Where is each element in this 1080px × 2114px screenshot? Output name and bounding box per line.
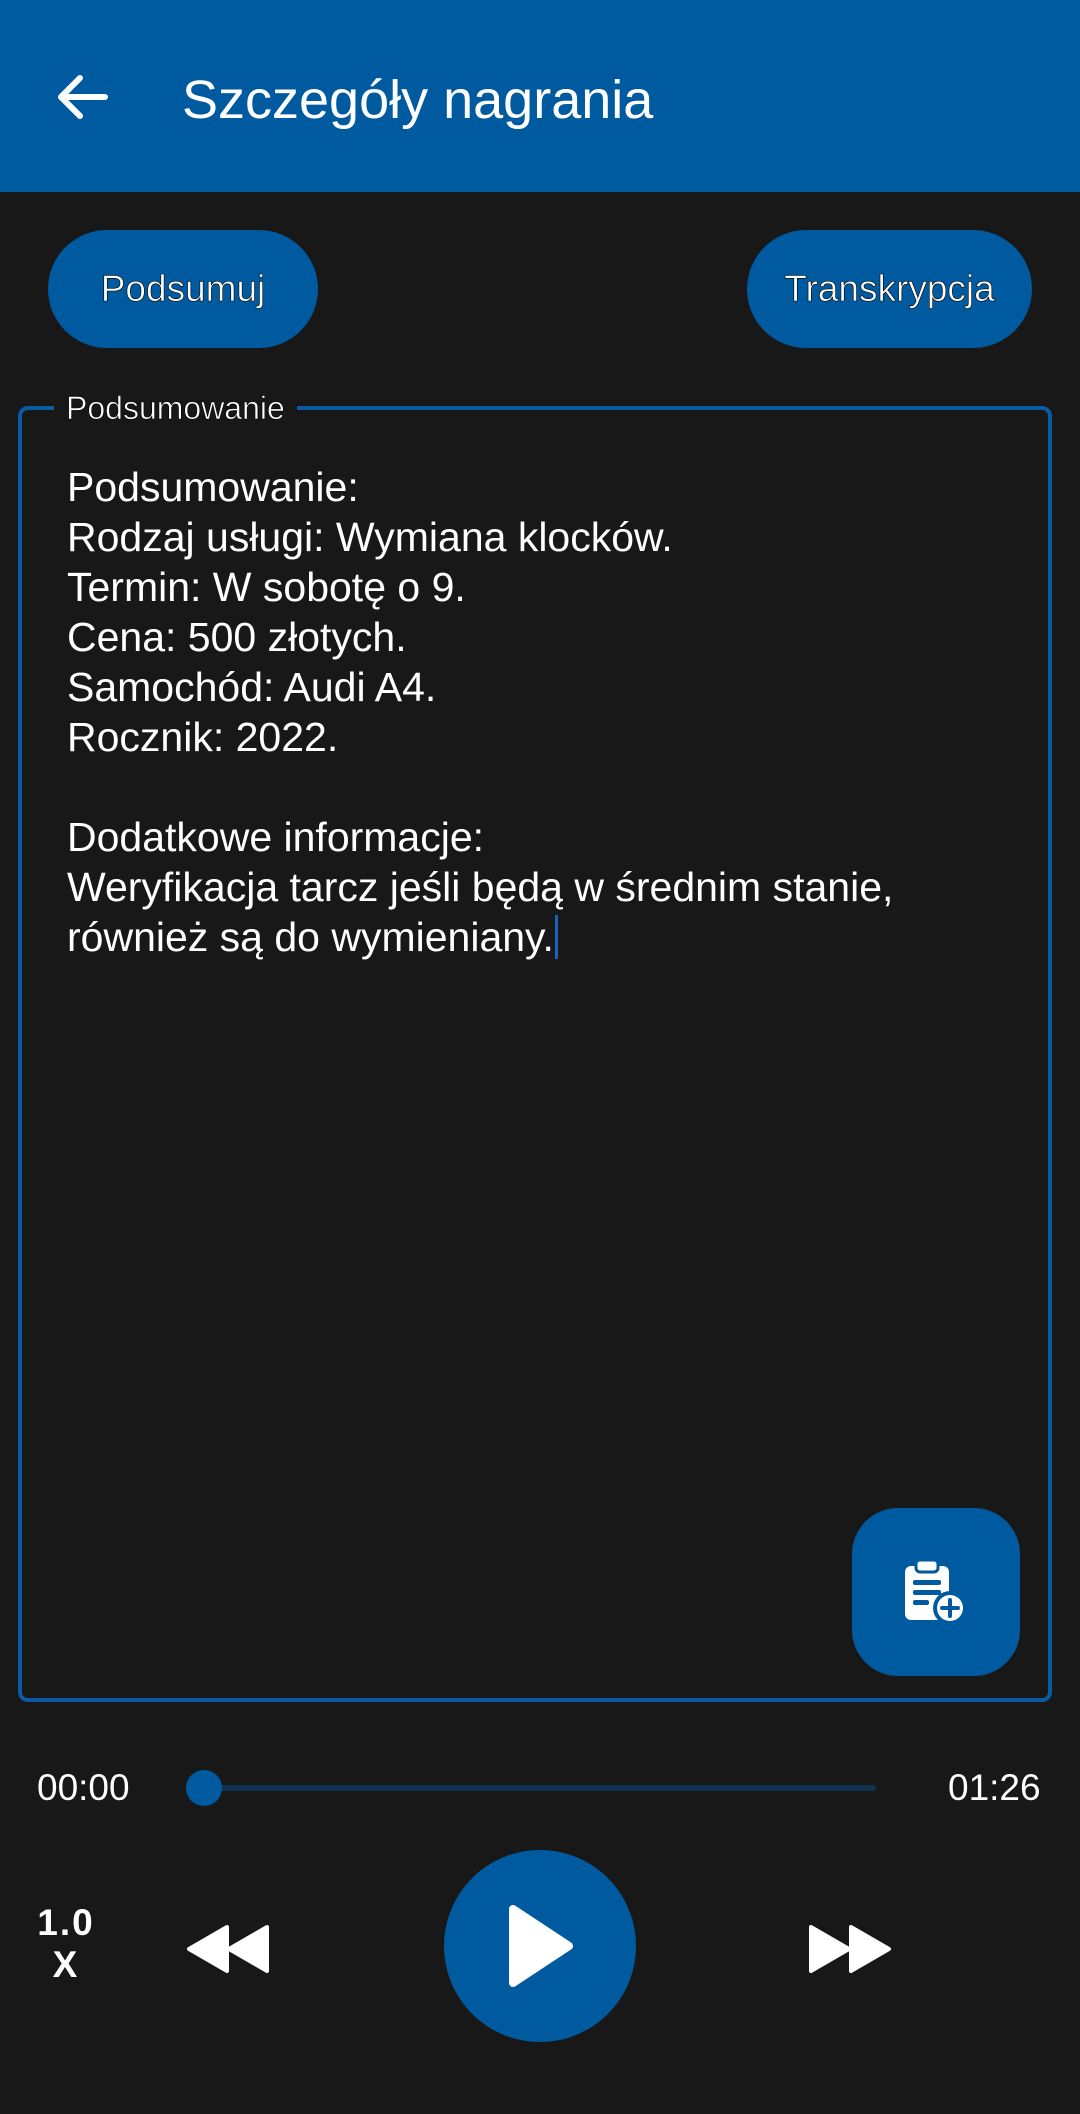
paste-summary-button[interactable] bbox=[852, 1508, 1020, 1676]
summary-text-content[interactable]: Podsumowanie: Rodzaj usługi: Wymiana klo… bbox=[67, 462, 1007, 962]
summary-text-value: Podsumowanie: Rodzaj usługi: Wymiana klo… bbox=[67, 464, 894, 960]
transcription-button[interactable]: Transkrypcja bbox=[747, 230, 1032, 348]
back-button[interactable] bbox=[52, 72, 112, 122]
playback-speed-button[interactable]: 1.0 X bbox=[30, 1902, 102, 1986]
slider-track bbox=[204, 1785, 876, 1791]
fast-forward-button[interactable] bbox=[800, 1914, 900, 1984]
playback-slider[interactable] bbox=[186, 1768, 876, 1808]
transcription-button-label: Transkrypcja bbox=[784, 268, 995, 310]
rewind-button[interactable] bbox=[178, 1914, 278, 1984]
total-time: 01:26 bbox=[948, 1767, 1041, 1808]
current-time: 00:00 bbox=[37, 1767, 130, 1808]
app-bar: Szczegóły nagrania bbox=[0, 0, 1080, 192]
clipboard-add-icon bbox=[905, 1558, 967, 1625]
text-cursor bbox=[554, 915, 558, 959]
summarize-button[interactable]: Podsumuj bbox=[48, 230, 318, 348]
summarize-button-label: Podsumuj bbox=[100, 268, 266, 310]
rewind-icon bbox=[187, 1925, 269, 1973]
play-button[interactable] bbox=[444, 1850, 636, 2042]
speed-value: 1.0 bbox=[37, 1902, 95, 1943]
page-title: Szczegóły nagrania bbox=[182, 70, 654, 130]
arrow-back-icon bbox=[58, 75, 108, 119]
speed-suffix: X bbox=[52, 1944, 80, 1985]
slider-thumb[interactable] bbox=[186, 1770, 222, 1806]
fast-forward-icon bbox=[809, 1925, 891, 1973]
summary-field-label: Podsumowanie bbox=[54, 390, 297, 426]
play-icon bbox=[509, 1905, 573, 1987]
